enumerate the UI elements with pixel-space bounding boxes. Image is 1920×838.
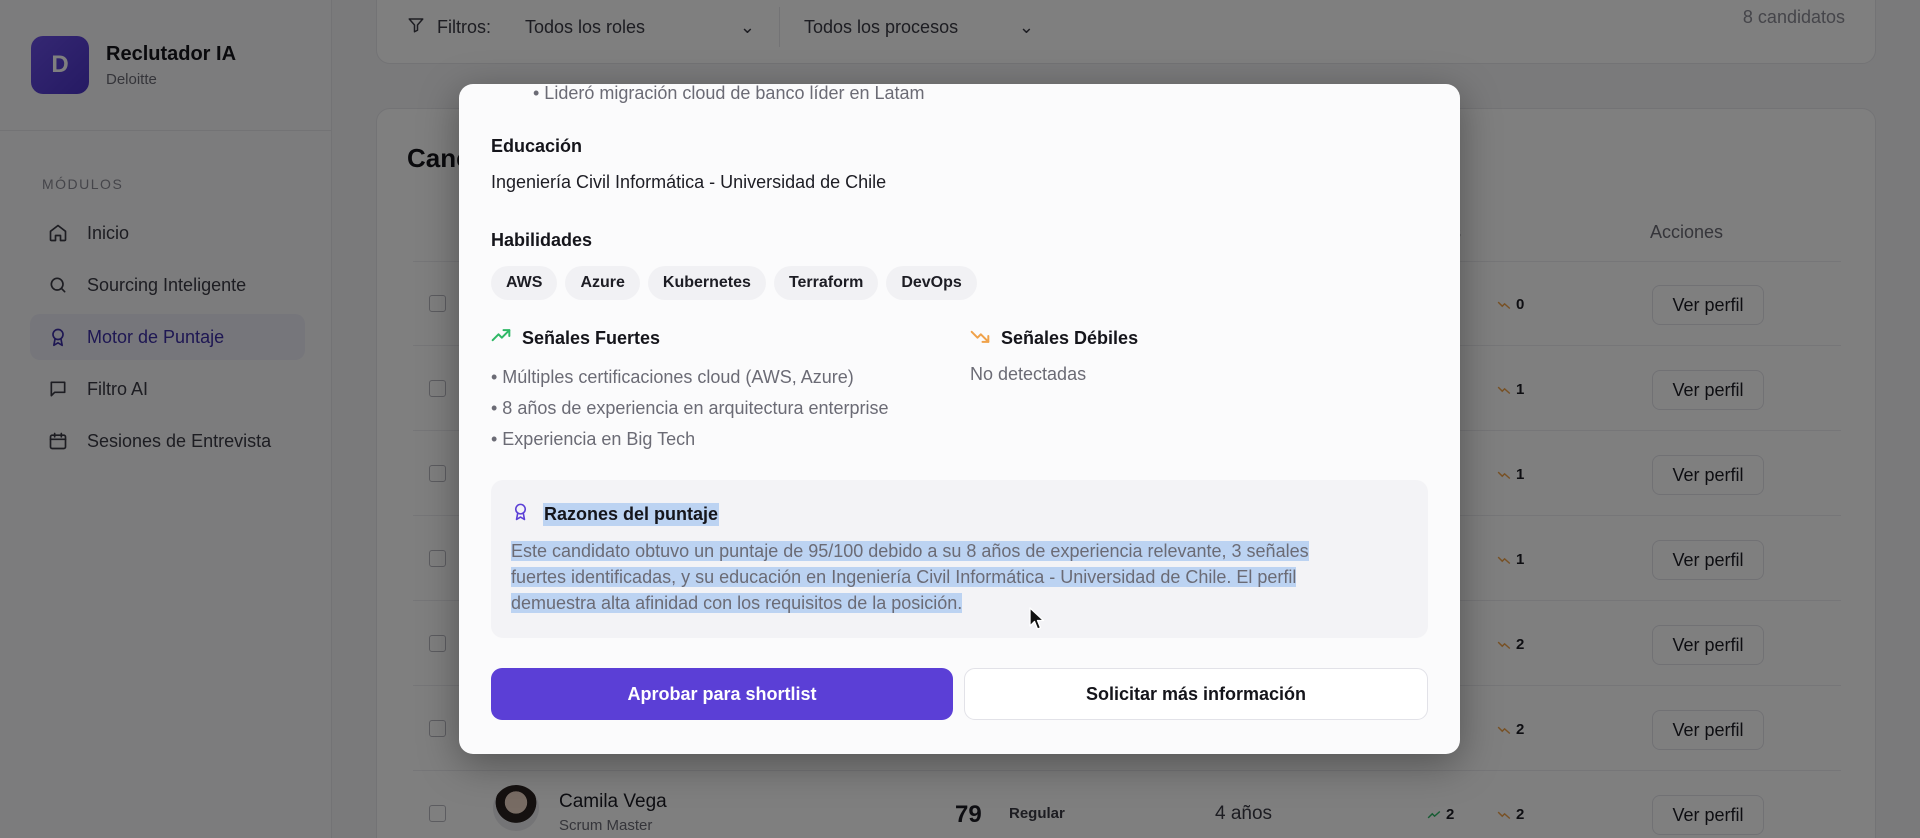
list-item: • Experiencia en Big Tech — [491, 429, 696, 449]
reason-line: demuestra alta afinidad con los requisit… — [511, 593, 963, 613]
skill-chip: Terraform — [773, 266, 879, 300]
reason-line: fuertes identificadas, y su educación en… — [511, 567, 1297, 587]
request-info-button[interactable]: Solicitar más información — [964, 668, 1428, 720]
trending-down-icon — [970, 326, 1001, 351]
strong-signals-list: • Múltiples certificaciones cloud (AWS, … — [491, 362, 889, 455]
approve-shortlist-button[interactable]: Aprobar para shortlist — [491, 668, 953, 720]
strong-signals-title: Señales Fuertes — [522, 328, 661, 348]
weak-signals-text: No detectadas — [970, 364, 1087, 384]
score-reasons-title: Razones del puntaje — [543, 502, 720, 526]
strong-signals-header: Señales Fuertes — [491, 326, 660, 351]
reason-line: Este candidato obtuvo un puntaje de 95/1… — [511, 541, 1309, 561]
score-reasons-text: Este candidato obtuvo un puntaje de 95/1… — [511, 538, 1411, 616]
trending-up-icon — [491, 326, 522, 351]
education-title: Educación — [491, 136, 583, 156]
weak-signals-title: Señales Débiles — [1001, 328, 1139, 348]
list-item: • 8 años de experiencia en arquitectura … — [491, 398, 889, 418]
award-icon — [511, 502, 543, 526]
skills-title: Habilidades — [491, 230, 593, 250]
skills-list: AWS Azure Kubernetes Terraform DevOps — [491, 266, 985, 300]
list-item: • Múltiples certificaciones cloud (AWS, … — [491, 367, 854, 387]
education-text: Ingeniería Civil Informática - Universid… — [491, 172, 887, 192]
experience-item: • Lideró migración cloud de banco líder … — [533, 84, 925, 103]
skill-chip: DevOps — [886, 266, 977, 300]
skill-chip: Kubernetes — [647, 266, 766, 300]
skill-chip: AWS — [491, 266, 558, 300]
weak-signals-header: Señales Débiles — [970, 326, 1138, 351]
score-reasons-box: Razones del puntaje Este candidato obtuv… — [491, 480, 1428, 638]
candidate-profile-modal: • Lideró migración cloud de banco líder … — [459, 84, 1460, 754]
mouse-cursor-icon — [1029, 607, 1045, 630]
skill-chip: Azure — [565, 266, 640, 300]
